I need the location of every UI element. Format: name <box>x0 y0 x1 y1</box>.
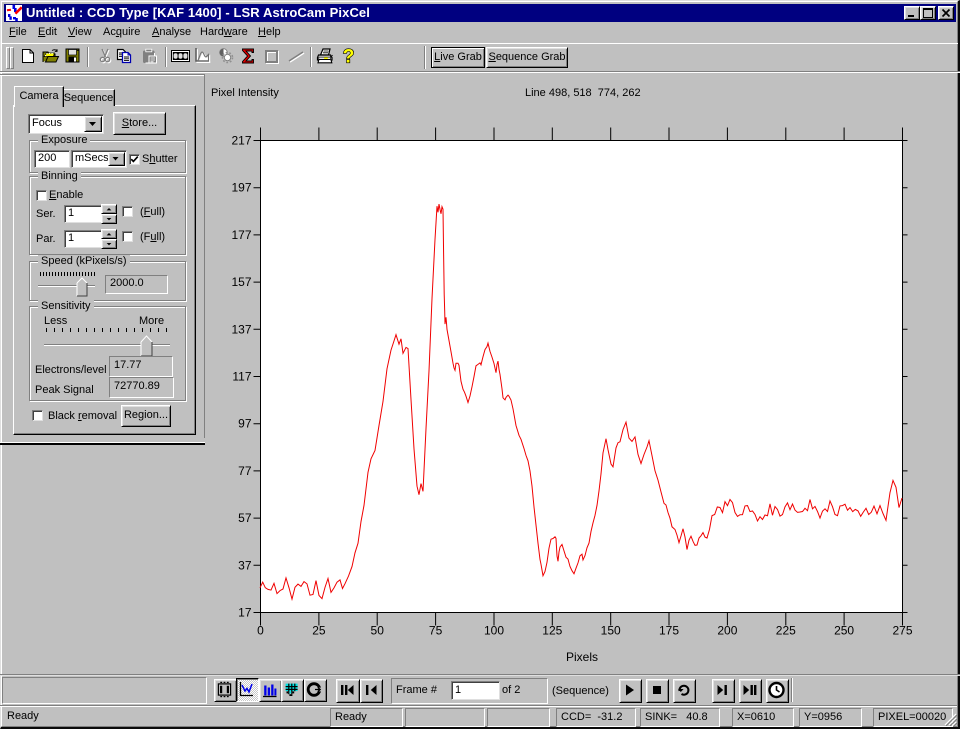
svg-text:175: 175 <box>659 624 679 638</box>
svg-text:117: 117 <box>232 370 251 384</box>
svg-text:17: 17 <box>238 606 252 620</box>
svg-text:225: 225 <box>776 624 796 638</box>
svg-text:200: 200 <box>717 624 737 638</box>
svg-text:97: 97 <box>238 417 252 431</box>
svg-text:37: 37 <box>238 558 252 572</box>
svg-text:57: 57 <box>238 511 252 525</box>
svg-text:217: 217 <box>231 134 251 148</box>
svg-text:157: 157 <box>231 275 251 289</box>
svg-text:275: 275 <box>892 624 912 638</box>
svg-text:177: 177 <box>231 228 251 242</box>
svg-text:25: 25 <box>312 624 326 638</box>
svg-text:197: 197 <box>231 181 251 195</box>
svg-text:77: 77 <box>238 464 252 478</box>
svg-text:50: 50 <box>371 624 385 638</box>
svg-text:Pixels: Pixels <box>566 650 598 664</box>
svg-text:137: 137 <box>231 322 251 336</box>
svg-text:75: 75 <box>429 624 443 638</box>
svg-text:100: 100 <box>484 624 504 638</box>
svg-text:0: 0 <box>257 624 264 638</box>
svg-text:125: 125 <box>542 624 562 638</box>
svg-text:?: ? <box>343 47 355 66</box>
svg-text:250: 250 <box>834 624 854 638</box>
svg-text:150: 150 <box>601 624 621 638</box>
